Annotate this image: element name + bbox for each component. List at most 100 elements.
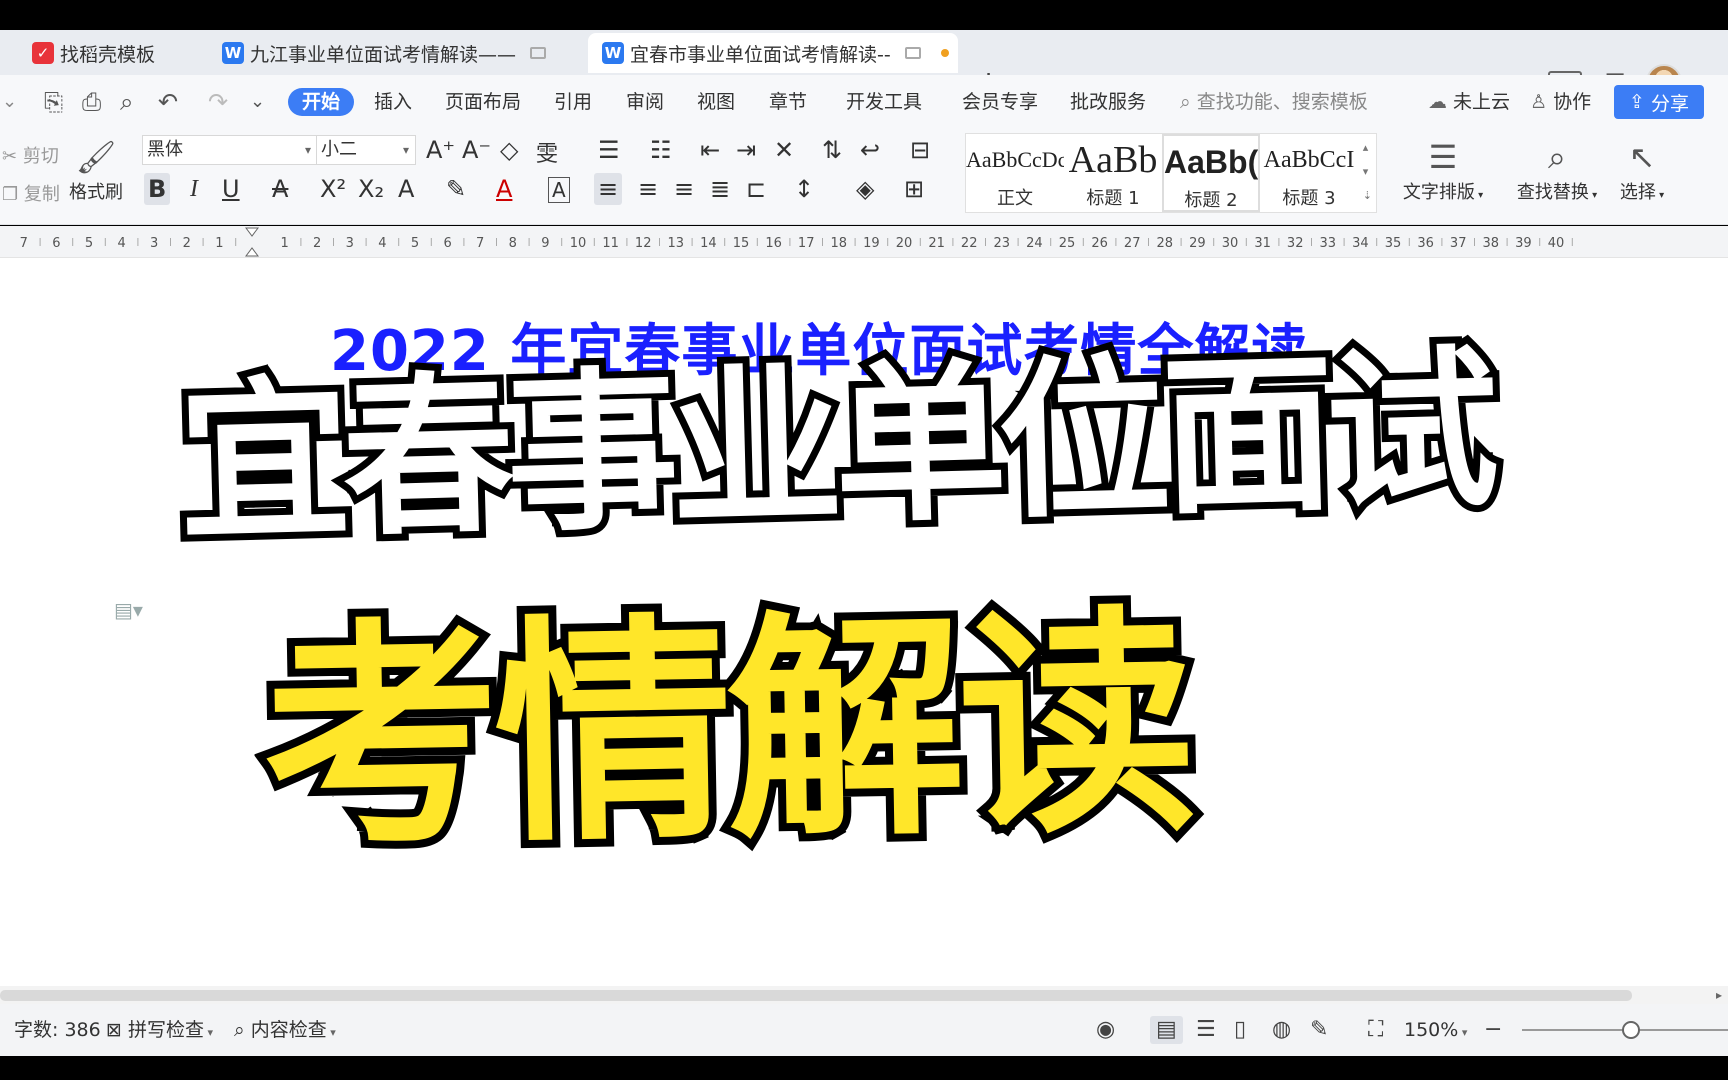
style-normal[interactable]: AaBbCcDc 正文 (966, 134, 1064, 212)
eye-protection-icon[interactable]: ◉ (1096, 1016, 1115, 1044)
document-canvas[interactable]: 2022 年宜春事业单位面试考情全解读 ▤▾ 宜春事业单位面试 考情解读 (0, 258, 1728, 988)
paintbrush-icon: 🖌 (75, 138, 117, 176)
char-border-icon[interactable]: A (548, 177, 570, 203)
print-preview-icon[interactable]: ⌕ (120, 90, 133, 114)
subscript-icon[interactable]: X₂ (358, 173, 384, 205)
zoom-level[interactable]: 150% ▾ (1404, 1016, 1467, 1047)
tab-jiujiang-doc[interactable]: W 九江事业单位面试考情解读—— (222, 33, 552, 73)
bold-icon[interactable]: B (144, 173, 171, 205)
superscript-icon[interactable]: X² (320, 173, 346, 205)
menu-correction[interactable]: 批改服务 (1070, 88, 1146, 116)
style-heading-1[interactable]: AaBb 标题 1 (1064, 134, 1162, 212)
menu-page-layout[interactable]: 页面布局 (445, 88, 521, 116)
ruler-tick-label: 27 (1124, 236, 1141, 251)
increase-indent-icon[interactable]: ⇥ (736, 136, 756, 164)
bullet-list-icon[interactable]: ☰ (598, 136, 620, 164)
ruler-tick-label: 12 (635, 236, 652, 251)
fit-page-icon[interactable]: ⛶ (1368, 1016, 1383, 1044)
web-view-icon[interactable]: ◍ (1272, 1016, 1291, 1044)
ruler-tick-label: 5 (411, 236, 419, 251)
word-count[interactable]: 字数: 386 (14, 1016, 101, 1044)
shading-icon[interactable]: ◈ (856, 173, 874, 205)
text-layout-button[interactable]: ☰ 文字排版 ▾ (1398, 136, 1488, 204)
justify-icon[interactable]: ≣ (710, 173, 730, 205)
menu-insert[interactable]: 插入 (374, 88, 412, 116)
zoom-out-icon[interactable]: − (1484, 1016, 1502, 1044)
menu-developer[interactable]: 开发工具 (846, 88, 922, 116)
write-mode-icon[interactable]: ✎ (1310, 1016, 1328, 1044)
highlight-icon[interactable]: ✎ (446, 173, 466, 205)
horizontal-ruler[interactable]: 7 6 5 4 3 2 1 1 2 3 4 5 6 7 8 9 10 11 12 13 14 15 16 17 18 19 20 21… (0, 226, 1728, 258)
tab-docer[interactable]: ✓ 找稻壳模板 (32, 33, 202, 73)
format-painter-button[interactable]: 🖌 格式刷 (66, 136, 126, 204)
share-button[interactable]: ⇪ 分享 (1614, 85, 1704, 119)
find-replace-button[interactable]: ⌕ 查找替换 ▾ (1512, 136, 1602, 204)
align-left-icon[interactable]: ≡ (594, 173, 623, 205)
font-name-select[interactable]: 黑体 ▾ (142, 135, 318, 165)
show-marks-icon[interactable]: ↩ (860, 136, 880, 164)
menu-member[interactable]: 会员专享 (962, 88, 1038, 116)
tab-yichun-doc[interactable]: W 宜春市事业单位面试考情解读-- (588, 33, 958, 73)
print-icon[interactable]: ⎙ (82, 90, 101, 114)
font-color-icon[interactable]: A (496, 173, 512, 205)
ruler-tick-label: 17 (798, 236, 815, 251)
ruler-ticks: 7 6 5 4 3 2 1 1 2 3 4 5 6 7 8 9 10 11 12 13 14 15 16 17 18 19 20 21… (20, 227, 1573, 257)
text-layout-label: 文字排版 (1402, 182, 1475, 203)
style-heading-2[interactable]: AaBb( 标题 2 (1162, 134, 1260, 212)
paragraph-doc-icon[interactable]: ▤▾ (114, 598, 143, 622)
underline-icon[interactable]: U (222, 173, 240, 205)
decrease-font-icon[interactable]: A⁻ (462, 136, 491, 164)
style-sample: AaBbCcDc (966, 147, 1064, 172)
scroll-right-icon[interactable]: ▸ (1716, 986, 1722, 1004)
save-icon[interactable]: ⎘ (44, 90, 63, 114)
chevron-down-icon[interactable]: ⌄ (2, 90, 17, 114)
ruler-tick-label: 25 (1059, 236, 1076, 251)
search-input[interactable]: ⌕ 查找功能、搜索模板 (1180, 88, 1368, 116)
menu-home[interactable]: 开始 (288, 88, 355, 116)
menu-view[interactable]: 视图 (697, 88, 735, 116)
collaborate-button[interactable]: ♙ 协作 (1530, 88, 1591, 116)
page-view-icon[interactable]: ▤ (1150, 1016, 1183, 1044)
indent-marker-icon[interactable] (245, 227, 259, 257)
distributed-align-icon[interactable]: ⊏ (746, 173, 766, 205)
increase-font-icon[interactable]: A⁺ (426, 136, 455, 164)
phonetic-guide-icon[interactable]: 雯 (536, 136, 558, 168)
decrease-indent-icon[interactable]: ⇤ (700, 136, 720, 164)
chinese-layout-icon[interactable]: ✕ (774, 136, 794, 164)
cloud-status-button[interactable]: ☁ 未上云 (1428, 88, 1510, 116)
text-effect-icon[interactable]: A (398, 173, 414, 205)
outline-view-icon[interactable]: ☰ (1196, 1016, 1216, 1044)
zoom-slider-thumb[interactable] (1622, 1021, 1640, 1039)
font-size-select[interactable]: 小二 ▾ (316, 135, 416, 165)
menu-references[interactable]: 引用 (554, 88, 592, 116)
redo-icon[interactable]: ↷ (208, 90, 228, 114)
undo-icon[interactable]: ↶ (158, 90, 178, 114)
horizontal-scrollbar[interactable]: ▸ (0, 986, 1728, 1004)
content-check-button[interactable]: ⌕ 内容检查 ▾ (234, 1016, 336, 1047)
style-sample: AaBb( (1164, 144, 1258, 180)
format-painter-label: 格式刷 (69, 182, 123, 203)
cut-button[interactable]: ✂ 剪切 (2, 142, 59, 168)
copy-button[interactable]: ❐ 复制 (2, 180, 60, 206)
align-right-icon[interactable]: ≡ (674, 173, 694, 205)
clear-format-icon[interactable]: ◇ (500, 136, 518, 164)
select-label: 选择 (1619, 182, 1656, 203)
numbered-list-icon[interactable]: ☷ (650, 136, 672, 164)
strikethrough-icon[interactable]: A (272, 173, 288, 205)
align-center-icon[interactable]: ≡ (638, 173, 658, 205)
style-heading-3[interactable]: AaBbCcI 标题 3 (1260, 134, 1358, 212)
borders-icon[interactable]: ⊞ (904, 173, 924, 205)
line-spacing-icon[interactable]: ↕ (794, 173, 814, 205)
spell-check-button[interactable]: ⊠ 拼写检查 ▾ (106, 1016, 213, 1047)
menu-review[interactable]: 审阅 (626, 88, 664, 116)
italic-icon[interactable]: I (190, 173, 198, 205)
content-check-icon: ⌕ (234, 1019, 245, 1041)
scrollbar-thumb[interactable] (0, 990, 1632, 1001)
table-ruler-icon[interactable]: ⊟ (910, 136, 930, 164)
reading-view-icon[interactable]: ▯ (1234, 1016, 1246, 1044)
menu-chapter[interactable]: 章节 (769, 88, 807, 116)
style-scroll-arrows[interactable]: ▴ ▾ ⇣ (1363, 136, 1372, 208)
sort-icon[interactable]: ⇅ (822, 136, 842, 164)
select-button[interactable]: ↖ 选择 ▾ (1612, 136, 1672, 204)
customize-toolbar-icon[interactable]: ⌄ (250, 90, 265, 114)
